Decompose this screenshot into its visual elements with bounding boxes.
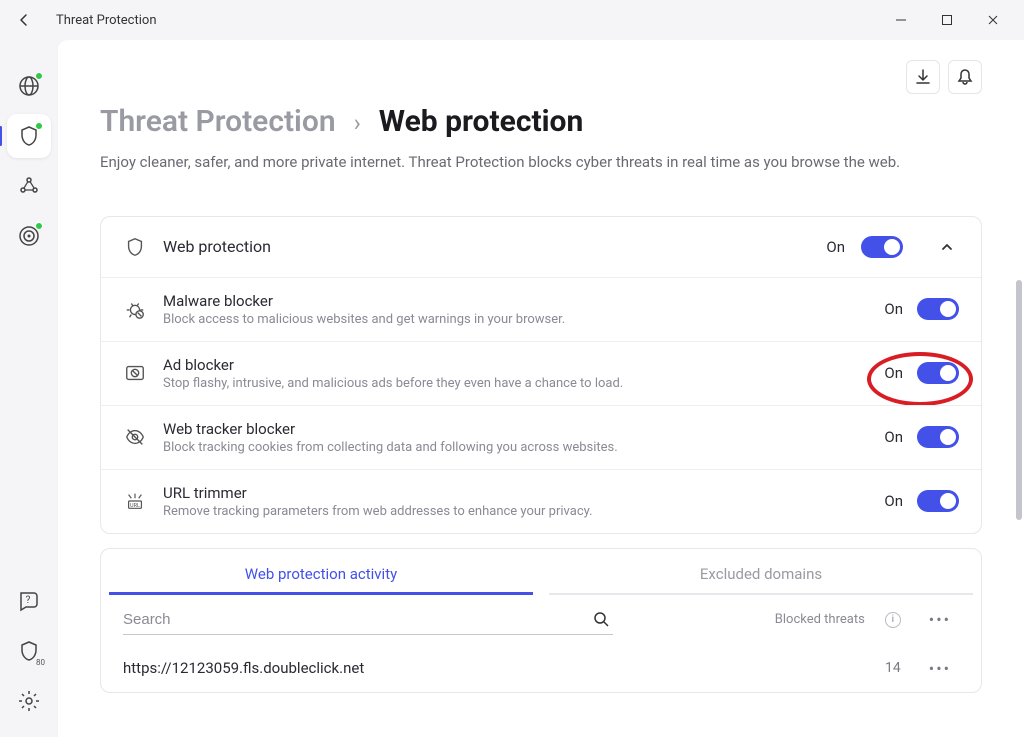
entry-url: https://12123059.fls.doubleclick.net [123, 659, 841, 677]
sidebar-item-help[interactable]: ? [7, 579, 51, 623]
minimize-icon [895, 14, 907, 26]
activity-card: Web protection activity Excluded domains… [100, 548, 982, 693]
web-protection-header: Web protection On [101, 217, 981, 277]
activity-entry: https://12123059.fls.doubleclick.net 14 … [101, 645, 981, 692]
feature-state: On [884, 492, 903, 510]
feature-row-url: URL URL trimmer Remove tracking paramete… [101, 469, 981, 533]
tracker-toggle[interactable] [917, 426, 959, 448]
tab-activity[interactable]: Web protection activity [101, 549, 541, 595]
window-controls [878, 4, 1016, 36]
entry-count: 14 [861, 660, 901, 676]
feature-title: Ad blocker [163, 356, 868, 374]
feature-state: On [884, 300, 903, 318]
activity-tabs: Web protection activity Excluded domains [101, 549, 981, 595]
scrollbar[interactable] [1016, 280, 1022, 520]
ad-block-icon [123, 361, 147, 385]
url-toggle[interactable] [917, 490, 959, 512]
status-dot [35, 72, 43, 80]
svg-text:?: ? [26, 595, 31, 606]
feature-desc: Remove tracking parameters from web addr… [163, 504, 868, 519]
eye-off-icon [123, 425, 147, 449]
toolbar-more-button[interactable]: ••• [921, 606, 959, 633]
notifications-button[interactable] [948, 60, 982, 94]
maximize-button[interactable] [924, 4, 970, 36]
activity-toolbar: Blocked threats i ••• [101, 595, 981, 645]
main-content: Threat Protection › Web protection Enjoy… [58, 40, 1024, 737]
tab-excluded[interactable]: Excluded domains [541, 549, 981, 595]
feature-row-tracker: Web tracker blocker Block tracking cooki… [101, 405, 981, 469]
download-icon [914, 68, 932, 86]
web-protection-title: Web protection [163, 237, 810, 256]
close-button[interactable] [970, 4, 1016, 36]
shield-outline-icon [123, 235, 147, 259]
feature-title: Web tracker blocker [163, 420, 868, 438]
svg-text:URL: URL [130, 503, 140, 509]
search-input[interactable] [123, 605, 589, 634]
download-button[interactable] [906, 60, 940, 94]
breadcrumb: Threat Protection › Web protection [100, 104, 982, 139]
page-description: Enjoy cleaner, safer, and more private i… [100, 151, 920, 174]
gear-icon [17, 689, 41, 713]
minimize-button[interactable] [878, 4, 924, 36]
sidebar-item-device-shield[interactable]: 80 [7, 629, 51, 673]
bug-icon [123, 297, 147, 321]
breadcrumb-root[interactable]: Threat Protection [100, 104, 336, 139]
feature-title: Malware blocker [163, 292, 868, 310]
chevron-up-icon [940, 240, 954, 254]
chevron-right-icon: › [354, 109, 361, 137]
breadcrumb-current: Web protection [379, 104, 584, 139]
web-protection-state: On [826, 238, 845, 256]
web-protection-toggle[interactable] [861, 236, 903, 258]
feature-state: On [884, 428, 903, 446]
feature-state: On [884, 364, 903, 382]
feature-title: URL trimmer [163, 484, 868, 502]
feature-desc: Stop flashy, intrusive, and malicious ad… [163, 376, 868, 391]
sidebar-item-shield[interactable] [7, 114, 51, 158]
feature-row-ads: Ad blocker Stop flashy, intrusive, and m… [101, 341, 981, 405]
window-title: Threat Protection [56, 13, 878, 28]
titlebar: Threat Protection [0, 0, 1024, 40]
feature-desc: Block access to malicious websites and g… [163, 312, 868, 327]
sidebar: ? 80 [0, 40, 58, 737]
maximize-icon [941, 14, 953, 26]
mesh-icon [18, 175, 40, 197]
sidebar-item-mesh[interactable] [7, 164, 51, 208]
search-button[interactable] [589, 607, 613, 631]
blocked-threats-label: Blocked threats [775, 612, 865, 627]
status-dot [35, 122, 43, 130]
search-field[interactable] [123, 605, 613, 635]
sidebar-badge-count: 80 [36, 658, 45, 667]
status-dot [35, 222, 43, 230]
feature-desc: Block tracking cookies from collecting d… [163, 440, 868, 455]
malware-toggle[interactable] [917, 298, 959, 320]
info-icon[interactable]: i [885, 612, 901, 628]
feature-row-malware: Malware blocker Block access to maliciou… [101, 277, 981, 341]
web-protection-card: Web protection On Malware blocker Block … [100, 216, 982, 534]
collapse-button[interactable] [935, 235, 959, 259]
bell-icon [956, 68, 974, 86]
sidebar-item-radar[interactable] [7, 214, 51, 258]
help-icon: ? [17, 589, 41, 613]
search-icon [593, 611, 609, 627]
back-button[interactable] [8, 4, 40, 36]
ads-toggle[interactable] [917, 362, 959, 384]
url-trim-icon: URL [123, 489, 147, 513]
entry-more-button[interactable]: ••• [921, 655, 959, 682]
sidebar-item-globe[interactable] [7, 64, 51, 108]
sidebar-item-settings[interactable] [7, 679, 51, 723]
arrow-left-icon [16, 12, 32, 28]
close-icon [987, 14, 999, 26]
